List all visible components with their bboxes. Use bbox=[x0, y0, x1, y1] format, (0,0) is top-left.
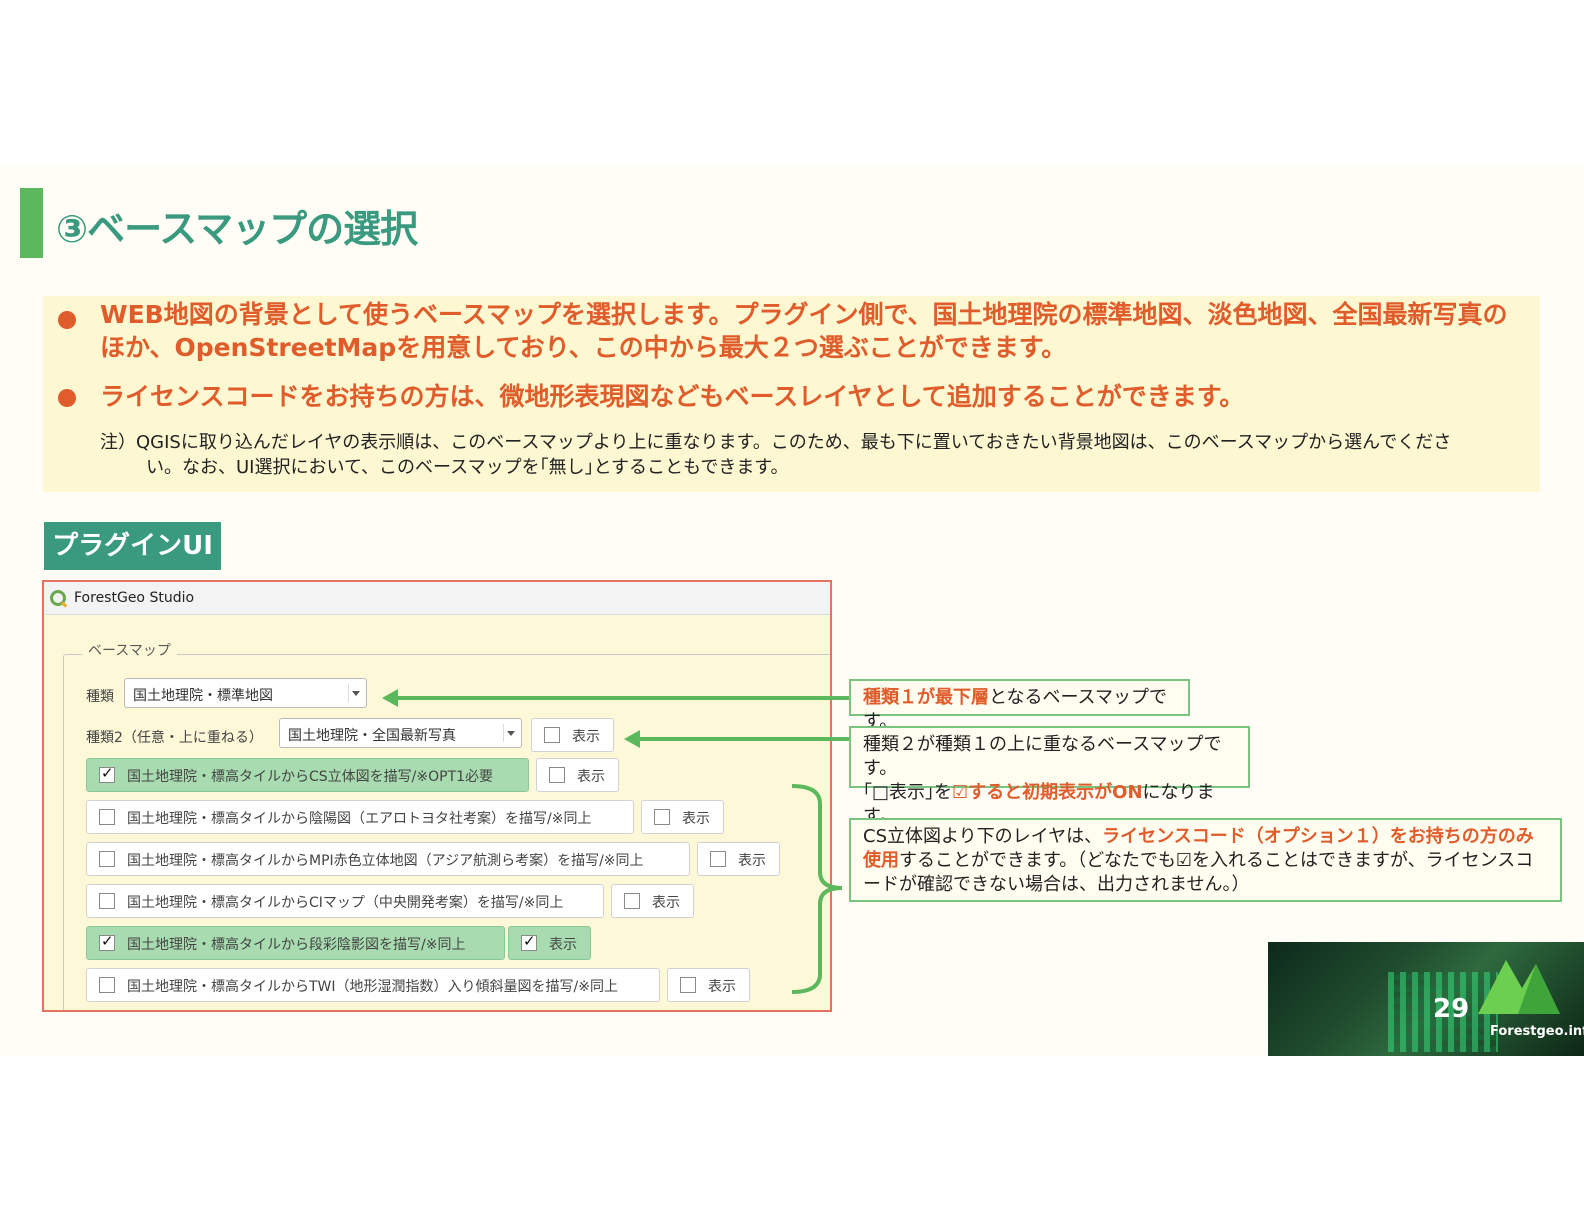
callout-type1: 種類１が最下層となるベースマップです。 bbox=[849, 679, 1190, 732]
arrow-line-2 bbox=[634, 737, 850, 741]
chevron-down-icon[interactable] bbox=[503, 724, 517, 742]
layer-option-5[interactable]: 国土地理院・標高タイルから段彩陰影図を描写/※同上 bbox=[86, 926, 505, 960]
type2-label: 種類2（任意・上に重ねる） bbox=[86, 730, 263, 746]
checkbox-icon[interactable] bbox=[680, 977, 696, 993]
checkbox-icon[interactable] bbox=[521, 934, 537, 951]
checkbox-icon[interactable] bbox=[99, 934, 115, 951]
forestgeo-logo: 29 Forestgeo.info bbox=[1268, 942, 1584, 1056]
layer-show-toggle-1[interactable]: 表示 bbox=[536, 758, 619, 792]
brand-name: Forestgeo.info bbox=[1490, 1024, 1584, 1039]
callout-license-post: することができます。（どなたでも☑を入れることはできますが、ライセンスコードが確… bbox=[863, 850, 1534, 895]
plugin-ui-tag: プラグインUI bbox=[44, 522, 221, 570]
page-number: 29 bbox=[1433, 994, 1470, 1024]
layer-option-3[interactable]: 国土地理院・標高タイルからMPI赤色立体地図（アジア航測ら考案）を描写/※同上 bbox=[86, 842, 690, 876]
callout-type2: 種類２が種類１の上に重なるベースマップです。 ｢□表示｣を☑すると初期表示がON… bbox=[849, 726, 1250, 827]
callout-license: CS立体図より下のレイヤは、ライセンスコード（オプション１）をお持ちの方のみ使用… bbox=[849, 818, 1562, 902]
checkbox-icon[interactable] bbox=[710, 851, 726, 867]
checkbox-icon[interactable] bbox=[99, 893, 115, 909]
layer-show-toggle-5[interactable]: 表示 bbox=[508, 926, 591, 960]
window-titlebar: ForestGeo Studio bbox=[44, 582, 830, 615]
note-line-1: 注）QGISに取り込んだレイヤの表示順は、このベースマップより上に重なります。こ… bbox=[100, 432, 1452, 453]
bullet-dot bbox=[58, 389, 76, 407]
basemap-group-label: ベースマップ bbox=[82, 640, 177, 660]
checkbox-icon[interactable] bbox=[99, 809, 115, 825]
layer-show-toggle-2[interactable]: 表示 bbox=[641, 800, 724, 834]
chevron-down-icon[interactable] bbox=[348, 684, 362, 702]
layer-show-label: 表示 bbox=[652, 895, 680, 911]
checkbox-icon[interactable] bbox=[99, 977, 115, 993]
checkbox-icon[interactable] bbox=[99, 851, 115, 867]
type2-select-value: 国土地理院・全国最新写真 bbox=[288, 728, 456, 744]
type1-select-value: 国土地理院・標準地図 bbox=[133, 688, 273, 704]
bullet-text-1: WEB地図の背景として使うベースマップを選択します。プラグイン側で、国土地理院の… bbox=[100, 300, 1508, 362]
bullet-dot bbox=[58, 311, 76, 329]
layer-option-label: 国土地理院・標高タイルから陰陽図（エアロトヨタ社考案）を描写/※同上 bbox=[127, 811, 592, 827]
layer-show-toggle-6[interactable]: 表示 bbox=[667, 968, 750, 1002]
checkbox-icon[interactable] bbox=[99, 766, 115, 783]
checkbox-icon[interactable] bbox=[624, 893, 640, 909]
bullet-text-2: ライセンスコードをお持ちの方は、微地形表現図などもベースレイヤとして追加すること… bbox=[100, 382, 1245, 411]
layer-show-label: 表示 bbox=[577, 769, 605, 785]
callout-type1-highlight: 種類１が最下層 bbox=[863, 687, 989, 708]
layer-option-2[interactable]: 国土地理院・標高タイルから陰陽図（エアロトヨタ社考案）を描写/※同上 bbox=[86, 800, 634, 834]
type2-select[interactable]: 国土地理院・全国最新写真 bbox=[279, 718, 522, 748]
layer-option-6[interactable]: 国土地理院・標高タイルからTWI（地形湿潤指数）入り傾斜量図を描写/※同上 bbox=[86, 968, 660, 1002]
arrow-left-icon bbox=[382, 689, 398, 707]
layer-show-label: 表示 bbox=[738, 853, 766, 869]
checkbox-icon[interactable] bbox=[654, 809, 670, 825]
type2-show-label: 表示 bbox=[572, 729, 600, 745]
callout-type2-line1: 種類２が種類１の上に重なるベースマップです。 bbox=[863, 734, 1222, 779]
window-title: ForestGeo Studio bbox=[74, 590, 195, 606]
layer-option-4[interactable]: 国土地理院・標高タイルからCIマップ（中央開発考案）を描写/※同上 bbox=[86, 884, 604, 918]
checkbox-icon[interactable] bbox=[544, 727, 560, 743]
layer-show-toggle-4[interactable]: 表示 bbox=[611, 884, 694, 918]
layer-show-label: 表示 bbox=[682, 811, 710, 827]
arrow-left-icon bbox=[624, 730, 640, 748]
layer-option-label: 国土地理院・標高タイルからMPI赤色立体地図（アジア航測ら考案）を描写/※同上 bbox=[127, 853, 644, 869]
layer-option-label: 国土地理院・標高タイルから段彩陰影図を描写/※同上 bbox=[127, 937, 466, 953]
brace-icon bbox=[791, 784, 843, 994]
layer-option-1[interactable]: 国土地理院・標高タイルからCS立体図を描写/※OPT1必要 bbox=[86, 758, 529, 792]
arrow-line-1 bbox=[392, 696, 850, 700]
note-text: 注）QGISに取り込んだレイヤの表示順は、このベースマップより上に重なります。こ… bbox=[100, 430, 1520, 480]
layer-show-toggle-3[interactable]: 表示 bbox=[697, 842, 780, 876]
layer-option-label: 国土地理院・標高タイルからCIマップ（中央開発考案）を描写/※同上 bbox=[127, 895, 564, 911]
mountain-logo-icon bbox=[1478, 960, 1560, 1014]
checkbox-icon[interactable] bbox=[549, 767, 565, 783]
qgis-logo-icon bbox=[50, 590, 66, 606]
callout-type2-pre: ｢□表示｣を bbox=[863, 782, 953, 803]
layer-show-label: 表示 bbox=[549, 937, 577, 953]
plugin-window: ForestGeo Studio ベースマップ 種類 国土地理院・標準地図 種類… bbox=[42, 580, 832, 1012]
layer-option-label: 国土地理院・標高タイルからCS立体図を描写/※OPT1必要 bbox=[127, 769, 494, 785]
page-title: ③ベースマップの選択 bbox=[56, 207, 418, 251]
callout-type2-highlight: ☑すると初期表示がON bbox=[952, 782, 1143, 803]
callout-license-pre: CS立体図より下のレイヤは、 bbox=[863, 826, 1103, 847]
type1-label: 種類 bbox=[86, 689, 114, 705]
note-line-2: い。なお、UI選択において、このベースマップを｢無し｣とすることもできます。 bbox=[146, 457, 789, 478]
layer-show-label: 表示 bbox=[708, 979, 736, 995]
title-accent-bar bbox=[20, 188, 43, 258]
layer-option-label: 国土地理院・標高タイルからTWI（地形湿潤指数）入り傾斜量図を描写/※同上 bbox=[127, 979, 618, 995]
type1-select[interactable]: 国土地理院・標準地図 bbox=[124, 678, 367, 708]
type2-show-toggle[interactable]: 表示 bbox=[531, 718, 614, 752]
